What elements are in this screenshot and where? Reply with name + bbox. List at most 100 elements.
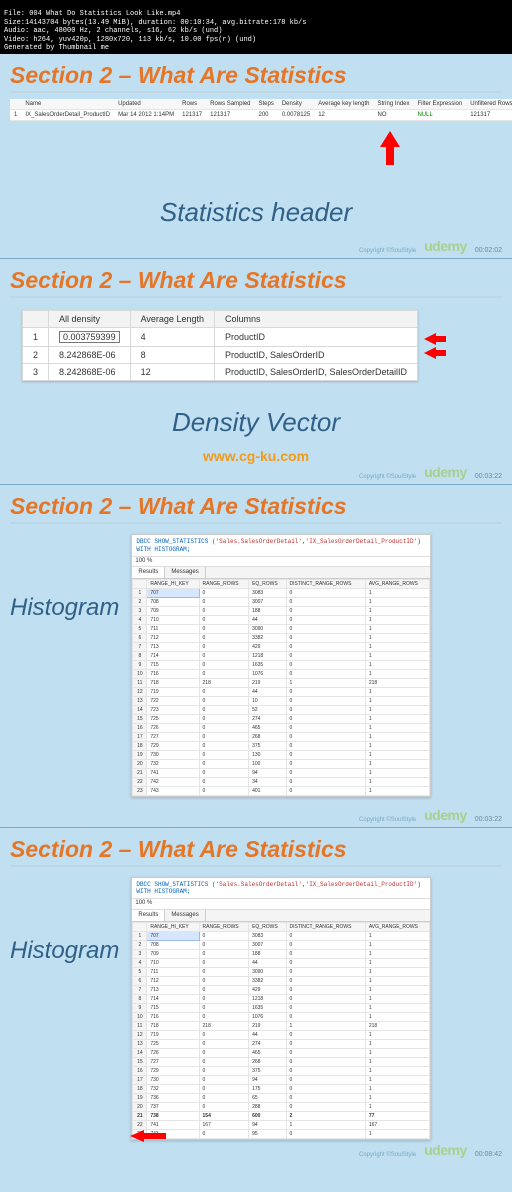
table-row: 16726046501: [133, 724, 430, 733]
tab-messages[interactable]: Messages: [165, 567, 205, 578]
table-row: 3709018801: [133, 607, 430, 616]
table-cell: 0: [199, 1093, 249, 1102]
table-cell: 741: [147, 1120, 199, 1129]
table-cell: 121317: [206, 110, 254, 121]
table-header: EQ_ROWS: [249, 580, 286, 589]
tab-results[interactable]: Results: [132, 567, 165, 578]
histogram-table: RANGE_HI_KEYRANGE_ROWSEQ_ROWSDISTINCT_RA…: [132, 922, 430, 1139]
table-cell: 65: [249, 1093, 286, 1102]
table-header: Updated: [114, 99, 178, 110]
table-cell: 1: [365, 976, 430, 985]
timecode: 00:03:22: [475, 816, 502, 823]
table-row: 471004401: [133, 958, 430, 967]
table-cell: 3007: [249, 940, 286, 949]
table-cell: 0: [286, 976, 365, 985]
table-cell: 6: [133, 976, 147, 985]
table-cell: 274: [249, 715, 286, 724]
table-cell: 1: [365, 1093, 430, 1102]
table-cell: 732: [147, 760, 199, 769]
table-cell: 0: [286, 598, 365, 607]
table-cell: 21: [133, 769, 147, 778]
sql-string: 'IX_SalesOrderDetail_ProductID': [306, 881, 418, 888]
table-cell: 9: [133, 661, 147, 670]
table-cell: 1: [365, 634, 430, 643]
table-cell: 1: [365, 931, 430, 940]
table-cell: 15: [133, 1057, 147, 1066]
table-cell: 719: [147, 688, 199, 697]
table-cell: 1: [365, 1012, 430, 1021]
table-cell: 0: [199, 751, 249, 760]
table-row: 17727026801: [133, 733, 430, 742]
table-cell: 22: [133, 778, 147, 787]
table-cell: 1: [365, 742, 430, 751]
table-cell: 0: [286, 1039, 365, 1048]
table-cell: 0: [199, 616, 249, 625]
table-cell: 1: [365, 598, 430, 607]
table-cell: 94: [249, 1075, 286, 1084]
sql-command: DBCC SHOW_STATISTICS ('Sales.SalesOrderD…: [132, 535, 430, 556]
table-cell: 1076: [249, 1012, 286, 1021]
table-header: AVG_RANGE_ROWS: [365, 922, 430, 931]
table-header: Average key length: [314, 99, 373, 110]
tab-messages[interactable]: Messages: [165, 910, 205, 921]
table-cell: 218: [365, 679, 430, 688]
table-row: 57110309001: [133, 967, 430, 976]
table-cell: 1: [365, 1048, 430, 1057]
sql-keyword: DBCC SHOW_STATISTICS (: [136, 538, 215, 545]
table-cell: 188: [249, 949, 286, 958]
table-cell: 95: [249, 1129, 286, 1138]
tab-results[interactable]: Results: [132, 910, 165, 921]
table-cell: 714: [147, 994, 199, 1003]
table-row: 17070308301: [133, 931, 430, 940]
table-cell: 0: [286, 760, 365, 769]
table-header: EQ_ROWS: [249, 922, 286, 931]
table-row: 20732010001: [133, 760, 430, 769]
table-cell: 0: [199, 1003, 249, 1012]
table-cell: 0: [286, 1102, 365, 1111]
table-cell: 14: [133, 1048, 147, 1057]
table-cell: 726: [147, 1048, 199, 1057]
table-row: 1973606501: [133, 1093, 430, 1102]
table-cell: 2: [133, 598, 147, 607]
table-row: 16729037501: [133, 1066, 430, 1075]
table-cell: 218: [365, 1021, 430, 1030]
table-cell: 21: [133, 1111, 147, 1120]
table-cell: 0: [199, 1075, 249, 1084]
table-cell: 375: [249, 742, 286, 751]
table-cell: 1: [365, 1039, 430, 1048]
table-cell: 3090: [249, 625, 286, 634]
table-cell: 1: [365, 949, 430, 958]
table-cell: 3083: [249, 931, 286, 940]
table-cell: 3382: [249, 634, 286, 643]
table-cell: 3: [23, 364, 49, 381]
sql-keyword: WITH HISTOGRAM;: [136, 888, 190, 895]
table-row: 19730013001: [133, 751, 430, 760]
table-cell: 0: [199, 940, 249, 949]
table-cell: 4: [130, 328, 214, 347]
table-cell: 0: [286, 931, 365, 940]
table-cell: 130: [249, 751, 286, 760]
table-row: 27080300701: [133, 598, 430, 607]
table-cell: 716: [147, 1012, 199, 1021]
table-row: 38.242868E-0612ProductID, SalesOrderID, …: [23, 364, 418, 381]
density-table: All densityAverage LengthColumns 10.0037…: [22, 310, 418, 381]
table-cell: 0: [286, 643, 365, 652]
table-row: 57110309001: [133, 625, 430, 634]
table-row: 97150163501: [133, 661, 430, 670]
table-cell: IX_SalesOrderDetail_ProductID: [21, 110, 114, 121]
table-cell: 732: [147, 1084, 199, 1093]
table-cell: 167: [199, 1120, 249, 1129]
table-cell: 0: [199, 607, 249, 616]
table-cell: 167: [365, 1120, 430, 1129]
sql-command: DBCC SHOW_STATISTICS ('Sales.SalesOrderD…: [132, 878, 430, 899]
table-header: [23, 311, 49, 328]
table-cell: 726: [147, 724, 199, 733]
table-cell: 708: [147, 598, 199, 607]
table-cell: 729: [147, 742, 199, 751]
table-row: 471004401: [133, 616, 430, 625]
table-cell: 0: [199, 787, 249, 796]
section-title: Section 2 – What Are Statistics: [10, 836, 502, 867]
table-cell: 0: [199, 1012, 249, 1021]
table-cell: 0: [199, 688, 249, 697]
table-cell: 268: [249, 1057, 286, 1066]
